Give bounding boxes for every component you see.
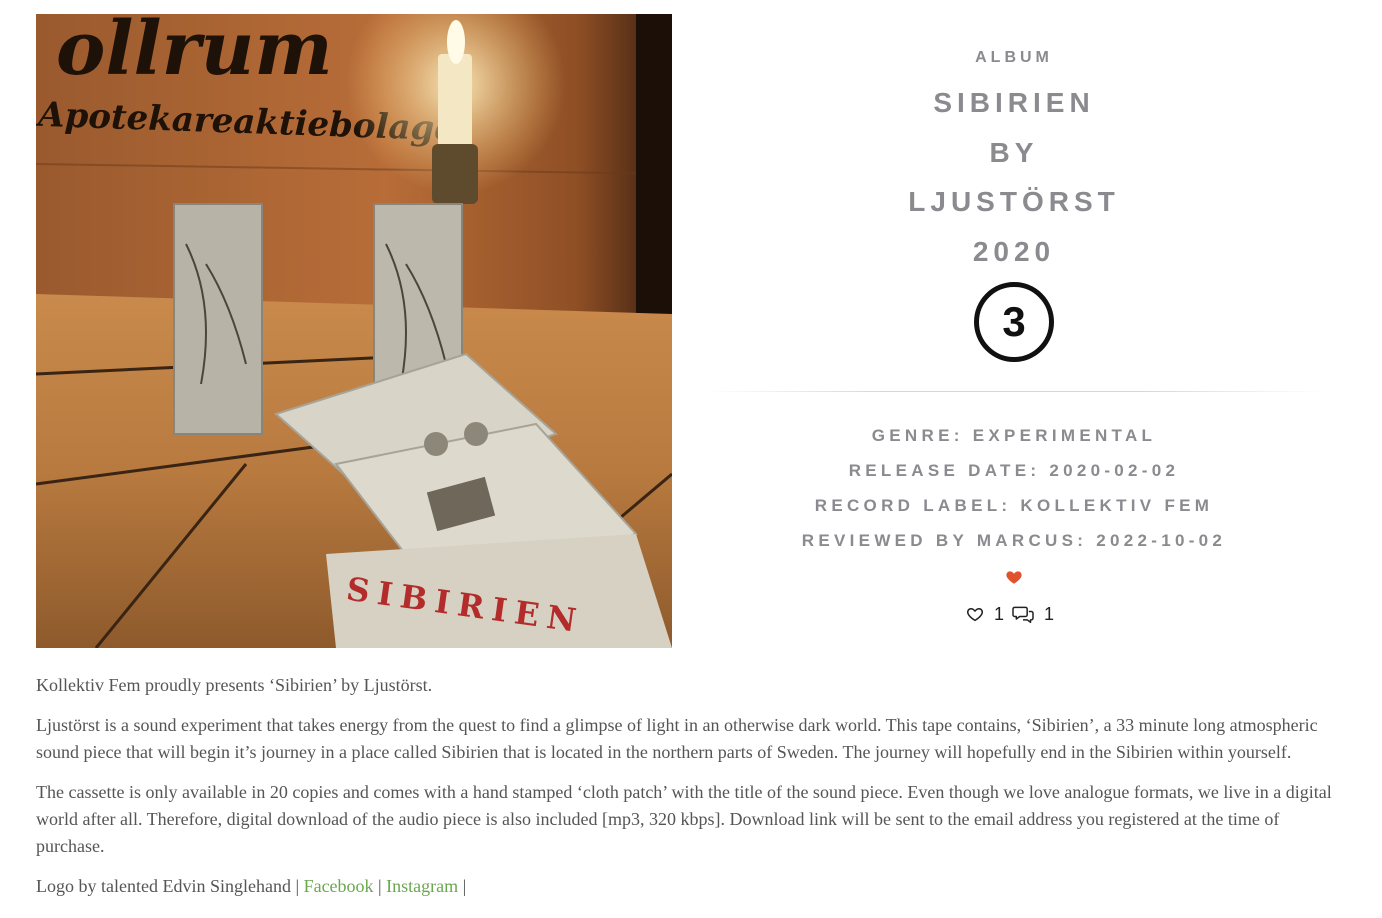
content-type-label: ALBUM [975,49,1053,66]
favorite-heart-icon[interactable] [1005,568,1023,586]
album-title-line: 2020 [972,235,1056,267]
comment-button[interactable]: 1 [1012,604,1062,625]
credits-line: Logo by talented Edvin Singlehand | Face… [36,873,1346,900]
like-count: 1 [993,603,1004,624]
rating-badge: 3 [974,282,1054,362]
genre-text: GENRE: EXPERIMENTAL [871,426,1157,445]
heart-outline-icon [966,605,984,623]
comment-bubbles-icon [1012,604,1034,624]
release-date-text: RELEASE DATE: 2020-02-02 [848,461,1180,480]
like-button[interactable]: 1 [966,604,1012,625]
instagram-link[interactable]: Instagram [386,876,458,896]
reactions-bar: 1 1 [704,600,1324,628]
divider [704,391,1324,392]
description-paragraph-about: Ljustörst is a sound experiment that tak… [36,715,1318,762]
separator: | [373,876,387,896]
separator: | [458,876,467,896]
description-paragraph-cassette: The cassette is only available in 20 cop… [36,782,1332,856]
reviewer-text: REVIEWED BY MARCUS: 2022-10-02 [801,531,1227,550]
facebook-link[interactable]: Facebook [304,876,374,896]
album-description: Kollektiv Fem proudly presents ‘Sibirien… [36,672,1346,913]
record-label-text: RECORD LABEL: KOLLEKTIV FEM [814,496,1214,515]
album-meta: GENRE: EXPERIMENTAL RELEASE DATE: 2020-0… [704,418,1324,558]
comment-count: 1 [1044,603,1055,624]
album-title: SIBIRIEN BY LJUSTÖRST 2020 [704,78,1324,276]
album-title-line: BY [989,136,1039,168]
description-paragraph-intro: Kollektiv Fem proudly presents ‘Sibirien… [36,675,433,695]
album-cover-image: ollrum Apotekareaktiebolaget SIBIRIEN [36,14,672,648]
album-title-line: LJUSTÖRST [908,186,1120,218]
credits-text: Logo by talented Edvin Singlehand | [36,876,304,896]
crate-lettering-top: ollrum [56,14,333,92]
album-title-line: SIBIRIEN [933,87,1095,118]
